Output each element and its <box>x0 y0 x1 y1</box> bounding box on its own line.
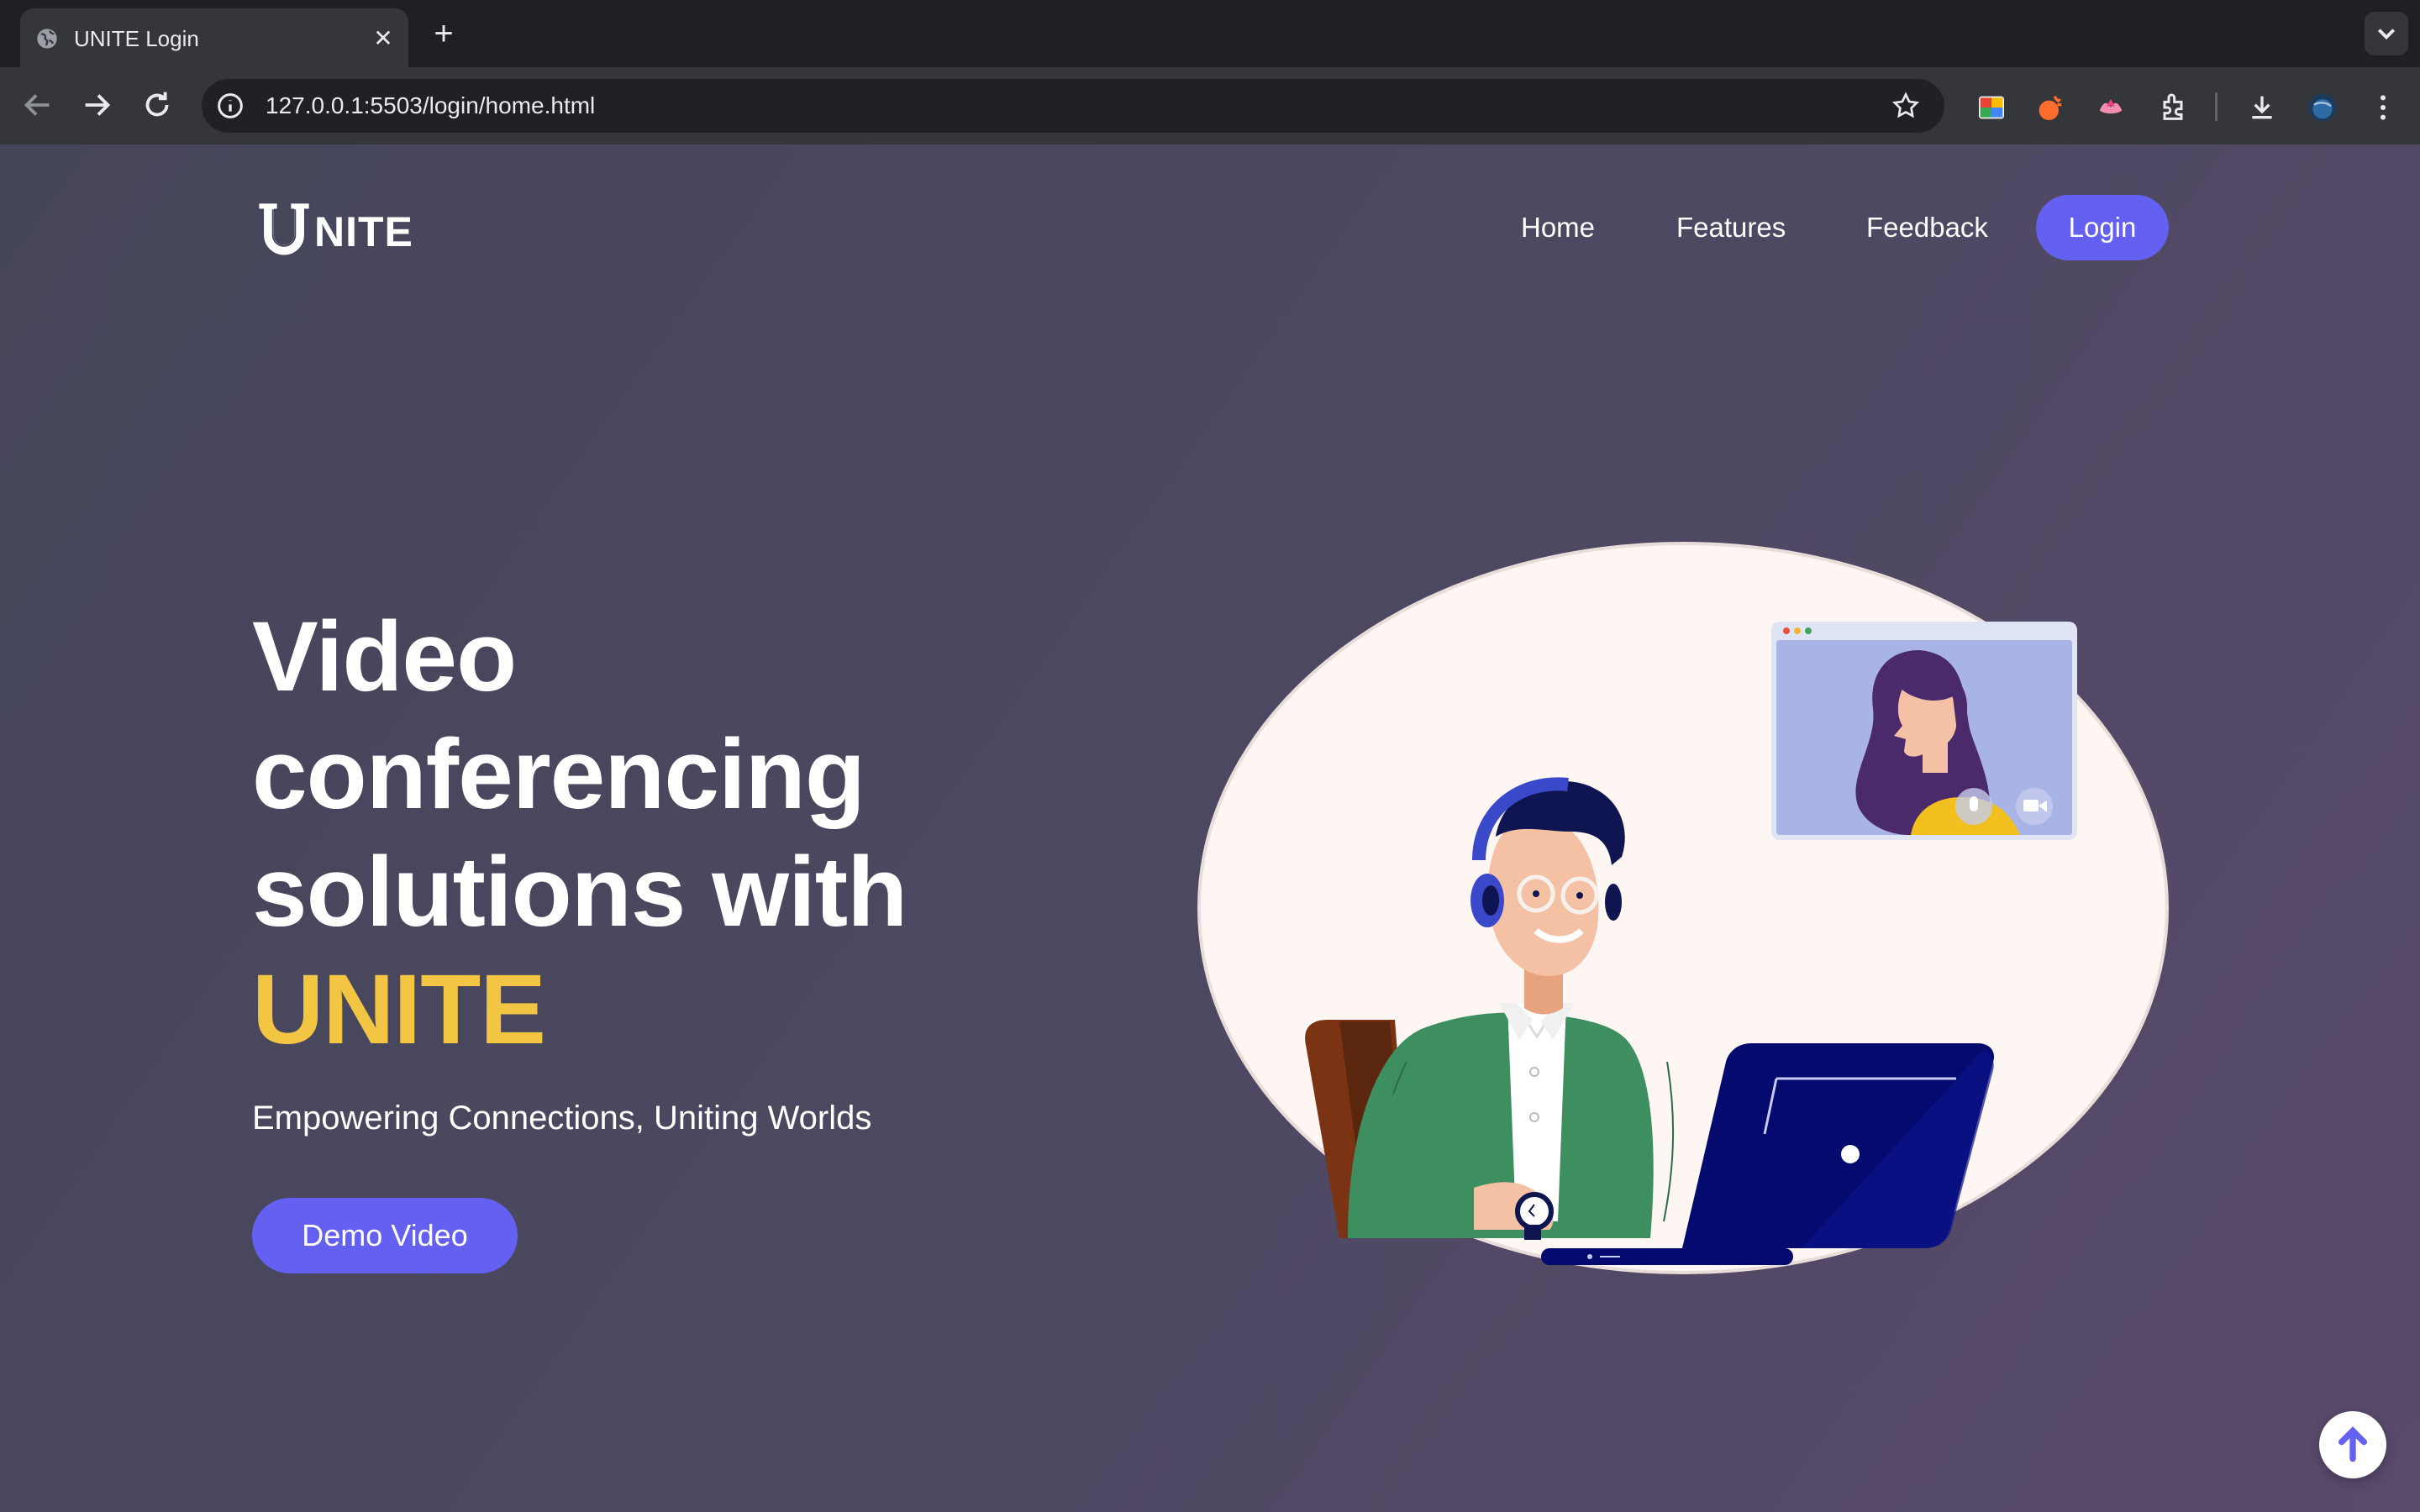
video-call-window <box>1771 622 2077 840</box>
toolbar-separator <box>2215 92 2217 121</box>
address-bar[interactable]: 127.0.0.1:5503/login/home.html <box>202 79 1944 133</box>
more-menu-icon[interactable] <box>2366 91 2400 124</box>
browser-tab[interactable]: UNITE Login ✕ <box>20 8 408 67</box>
address-text[interactable]: 127.0.0.1:5503/login/home.html <box>266 93 595 118</box>
site-info-icon[interactable] <box>213 89 247 123</box>
browser-tab-strip: UNITE Login ✕ + <box>0 0 2420 67</box>
profile-avatar[interactable] <box>2306 91 2339 124</box>
main-nav: Home Features Feedback Login <box>1496 195 2169 260</box>
nav-feedback[interactable]: Feedback <box>1866 195 1988 260</box>
browser-toolbar: 127.0.0.1:5503/login/home.html <box>0 67 2420 144</box>
hero-heading: Video conferencing solutions with UNITE <box>252 598 1176 1068</box>
video-call-illustration <box>1197 542 2169 1274</box>
hero-line-3: solutions with <box>252 837 908 948</box>
back-icon[interactable] <box>18 86 57 124</box>
plus-icon[interactable]: + <box>427 17 460 50</box>
download-icon[interactable] <box>2245 91 2279 124</box>
hero-line-2: conferencing <box>252 719 865 830</box>
forward-icon[interactable] <box>77 86 116 124</box>
login-button[interactable]: Login <box>2036 195 2169 260</box>
hero-accent: UNITE <box>252 954 546 1065</box>
burst-extension-icon[interactable] <box>2033 91 2067 124</box>
flower-extension-icon[interactable] <box>2094 91 2128 124</box>
chevron-down-icon <box>2377 29 2396 40</box>
nav-home[interactable]: Home <box>1521 195 1595 260</box>
scroll-to-top-button[interactable] <box>2319 1411 2386 1478</box>
reload-icon[interactable] <box>138 86 176 124</box>
hero-tagline: Empowering Connections, Uniting Worlds <box>252 1100 872 1137</box>
close-icon[interactable]: ✕ <box>370 25 397 52</box>
page-viewport: NITE Home Features Feedback Login Video … <box>0 144 2420 1512</box>
bookmark-star-icon[interactable] <box>1891 91 1921 121</box>
demo-video-button[interactable]: Demo Video <box>252 1198 518 1273</box>
arrow-up-icon <box>2338 1426 2367 1462</box>
extensions-icon[interactable] <box>2156 91 2190 124</box>
logo-emblem <box>257 202 311 256</box>
tab-title: UNITE Login <box>74 26 199 51</box>
globe-icon <box>37 29 57 49</box>
tab-search-button[interactable] <box>2365 12 2408 55</box>
site-logo[interactable]: NITE <box>252 195 413 262</box>
color-extension-icon[interactable] <box>1975 91 2008 124</box>
logo-text: NITE <box>314 208 413 255</box>
hero-line-1: Video <box>252 601 517 712</box>
nav-features[interactable]: Features <box>1676 195 1786 260</box>
